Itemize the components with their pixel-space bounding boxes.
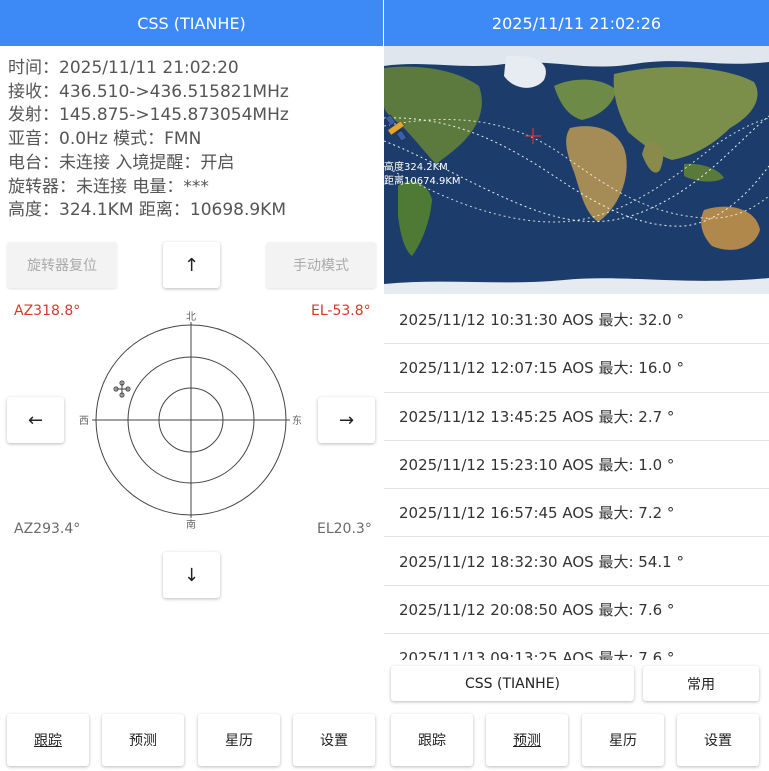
info-uplink: 发射：145.875->145.873054MHz	[8, 105, 289, 126]
current-elevation: EL20.3°	[317, 521, 372, 537]
list-item[interactable]: 2025/11/12 16:57:45 AOS 最大: 7.2 °	[384, 489, 769, 538]
tab-track[interactable]: 跟踪	[391, 714, 473, 766]
satellite-select-button[interactable]: CSS (TIANHE)	[391, 666, 634, 701]
up-arrow-button[interactable]: ↑	[163, 242, 220, 288]
tab-predict[interactable]: 预测	[102, 714, 184, 766]
info-radio-status: 电台：未连接 入境提醒：开启	[8, 152, 235, 173]
info-rotator-status: 旋转器：未连接 电量：***	[8, 176, 209, 197]
rotator-reset-button[interactable]: 旋转器复位	[7, 242, 117, 288]
tab-settings[interactable]: 设置	[293, 714, 375, 766]
list-item[interactable]: 2025/11/12 10:31:30 AOS 最大: 32.0 °	[384, 296, 769, 345]
compass-west: 西	[79, 416, 89, 427]
compass-east: 东	[292, 414, 302, 427]
map-height-label: 高度324.2KM	[384, 160, 448, 173]
target-elevation: EL-53.8°	[311, 303, 371, 319]
prediction-panel: 2025/11/11 21:02:26 高度324.2KM 距离10674.9K…	[384, 0, 769, 771]
pass-prediction-list[interactable]: 2025/11/12 10:31:30 AOS 最大: 32.0 ° 2025/…	[384, 296, 769, 660]
polar-radar: 北 南 东 西	[79, 311, 302, 531]
info-downlink: 接收：436.510->436.515821MHz	[8, 81, 289, 102]
tab-settings[interactable]: 设置	[677, 714, 759, 766]
list-item[interactable]: 2025/11/12 20:08:50 AOS 最大: 7.6 °	[384, 586, 769, 635]
tab-track[interactable]: 跟踪	[7, 714, 89, 766]
compass-south: 南	[186, 518, 196, 531]
list-item[interactable]: 2025/11/13 09:13:25 AOS 最大: 7.6 °	[384, 634, 769, 660]
right-arrow-button[interactable]: →	[318, 397, 375, 443]
world-map[interactable]: 高度324.2KM 距离10674.9KM	[384, 46, 769, 294]
list-item[interactable]: 2025/11/12 13:45:25 AOS 最大: 2.7 °	[384, 393, 769, 441]
tab-predict[interactable]: 预测	[486, 714, 568, 766]
current-azimuth: AZ293.4°	[14, 521, 81, 537]
tab-ephemeris[interactable]: 星历	[582, 714, 664, 766]
app-title-datetime: 2025/11/11 21:02:26	[491, 13, 662, 33]
list-item[interactable]: 2025/11/12 12:07:15 AOS 最大: 16.0 °	[384, 344, 769, 393]
common-satellites-button[interactable]: 常用	[643, 666, 759, 701]
list-item[interactable]: 2025/11/12 15:23:10 AOS 最大: 1.0 °	[384, 441, 769, 490]
manual-mode-button[interactable]: 手动模式	[266, 242, 376, 288]
info-altitude-range: 高度：324.1KM 距离：10698.9KM	[8, 200, 287, 221]
app-bar: CSS (TIANHE)	[0, 0, 383, 46]
info-time: 时间：2025/11/11 21:02:20	[8, 58, 239, 78]
compass-north: 北	[186, 311, 196, 323]
left-arrow-button[interactable]: ←	[7, 397, 64, 443]
down-arrow-button[interactable]: ↓	[163, 552, 220, 598]
satellite-info: 时间：2025/11/11 21:02:20 接收：436.510->436.5…	[8, 57, 289, 223]
rotator-position-icon	[113, 380, 131, 398]
map-distance-label: 距离10674.9KM	[384, 174, 461, 187]
info-tone-mode: 亚音：0.0Hz 模式：FMN	[8, 129, 202, 150]
app-title: CSS (TIANHE)	[137, 13, 246, 33]
tab-ephemeris[interactable]: 星历	[198, 714, 280, 766]
list-item[interactable]: 2025/11/12 18:32:30 AOS 最大: 54.1 °	[384, 537, 769, 586]
tracking-panel: CSS (TIANHE) 时间：2025/11/11 21:02:20 接收：4…	[0, 0, 383, 771]
app-bar: 2025/11/11 21:02:26	[384, 0, 769, 46]
